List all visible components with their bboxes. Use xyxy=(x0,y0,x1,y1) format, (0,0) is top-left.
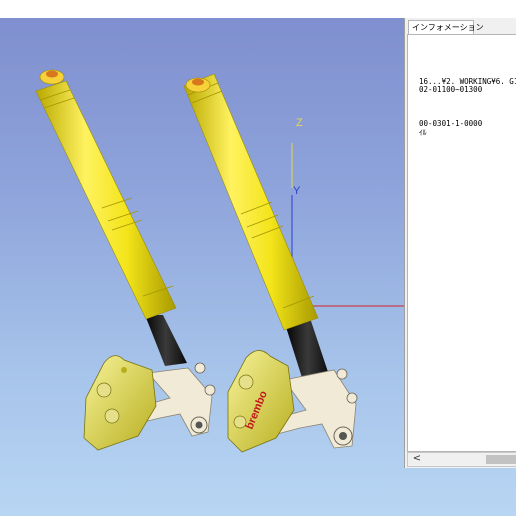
scroll-thumb[interactable] xyxy=(486,455,516,464)
window-top-strip xyxy=(0,0,516,19)
info-panel: インフォメーション 16...¥2. WORKING¥6. G13 02-011… xyxy=(404,18,516,468)
info-line-note: ｲﾙ xyxy=(419,128,427,137)
horizontal-scrollbar[interactable]: < xyxy=(407,452,516,467)
info-line-code: 00-0301-1-0000 xyxy=(419,119,483,128)
left-fork xyxy=(35,69,216,451)
right-fork-upper-tube xyxy=(183,73,319,331)
left-fork-lower-tube xyxy=(145,315,187,366)
y-axis-label: Y xyxy=(293,185,301,197)
scroll-left-arrow-icon[interactable]: < xyxy=(410,453,424,466)
tab-information[interactable]: インフォメーション xyxy=(408,20,484,34)
left-fork-upper-tube xyxy=(35,80,177,320)
left-fork-caliper xyxy=(83,355,157,451)
z-axis-label: Z xyxy=(296,117,303,129)
info-line-range: 02-01100~01300 xyxy=(419,85,483,94)
info-text-area[interactable]: 16...¥2. WORKING¥6. G13 02-01100~01300 0… xyxy=(407,34,516,452)
